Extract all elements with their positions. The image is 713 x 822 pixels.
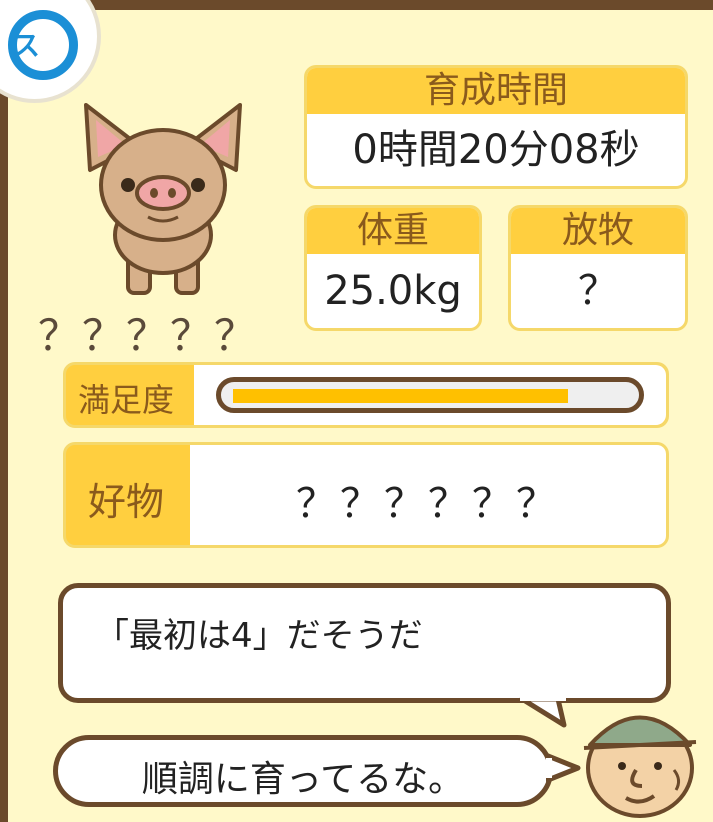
satisfaction-row: 満足度 xyxy=(63,362,669,428)
farmer-icon xyxy=(583,715,697,818)
info-badge[interactable]: ス xyxy=(0,0,101,103)
pig-name: ？？？？？ xyxy=(38,311,259,360)
favorite-food-area: ？？？？？？ xyxy=(190,445,666,545)
favorite-food-value: ？？？？？？ xyxy=(296,481,560,527)
hint-speech-bubble: 「最初は4」だそうだ xyxy=(58,583,671,703)
satisfaction-label: 満足度 xyxy=(78,381,175,419)
hint-bubble-tail-icon xyxy=(519,695,567,728)
satisfaction-area xyxy=(194,365,666,425)
favorite-food-row: 好物 ？？？？？？ xyxy=(63,442,669,548)
raising-time-value: 0時間20分08秒 xyxy=(352,127,640,173)
grazing-value: ？ xyxy=(578,268,618,314)
pig-icon xyxy=(84,103,242,295)
favorite-food-label: 好物 xyxy=(88,480,165,524)
status-panel: ス ？？？？？ 育成時間 0時間20分08秒 体重 25.0kg 放牧 ？ 満足… xyxy=(0,0,713,822)
info-badge-text: ス xyxy=(12,29,41,62)
raising-time-card: 育成時間 0時間20分08秒 xyxy=(304,65,688,189)
grazing-label: 放牧 xyxy=(511,208,685,254)
hint-text: 「最初は4」だそうだ xyxy=(95,616,423,656)
farmer-bubble-tail-icon xyxy=(546,753,581,783)
satisfaction-bar-fill xyxy=(233,389,568,403)
raising-time-label: 育成時間 xyxy=(307,68,685,114)
satisfaction-bar xyxy=(216,377,644,413)
weight-card: 体重 25.0kg xyxy=(304,205,482,331)
farmer-speech-bubble: 順調に育ってるな。 xyxy=(53,735,553,807)
grazing-card: 放牧 ？ xyxy=(508,205,688,331)
farmer-message: 順調に育ってるな。 xyxy=(141,759,465,800)
weight-value: 25.0kg xyxy=(324,268,462,314)
weight-label: 体重 xyxy=(307,208,479,254)
